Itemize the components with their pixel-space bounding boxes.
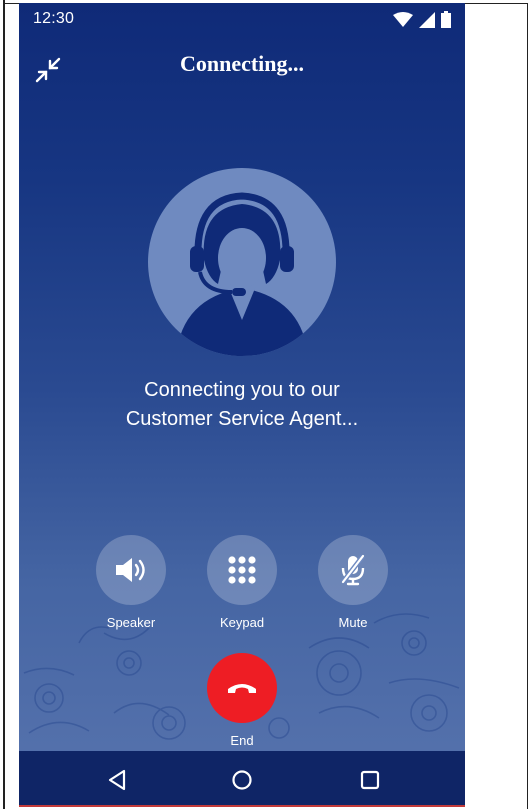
agent-avatar xyxy=(148,168,336,356)
recents-square-icon[interactable] xyxy=(357,767,383,793)
battery-icon xyxy=(441,11,451,33)
headset-agent-icon xyxy=(176,192,308,356)
phone-screen: 12:30 Connecting... Connecting you to ou… xyxy=(19,3,465,806)
keypad-button[interactable] xyxy=(207,535,277,605)
mic-off-icon xyxy=(341,554,365,586)
mute-control: Mute xyxy=(317,535,389,630)
status-bar: 12:30 xyxy=(19,3,465,35)
mute-label: Mute xyxy=(338,615,368,630)
end-call-label: End xyxy=(230,733,254,748)
speaker-label: Speaker xyxy=(106,615,156,630)
hang-up-icon xyxy=(228,684,256,693)
status-icons xyxy=(393,11,451,33)
connecting-message: Connecting you to our Customer Service A… xyxy=(59,376,425,434)
speaker-icon xyxy=(116,558,145,582)
wifi-icon xyxy=(393,11,413,33)
page: 12:30 Connecting... Connecting you to ou… xyxy=(0,0,530,809)
keypad-label: Keypad xyxy=(219,615,265,630)
speaker-button[interactable] xyxy=(96,535,166,605)
frame-border-right xyxy=(527,3,528,809)
speaker-control: Speaker xyxy=(95,535,167,630)
frame-border-left xyxy=(3,0,5,809)
home-circle-icon[interactable] xyxy=(229,767,255,793)
page-title: Connecting... xyxy=(179,51,305,76)
status-time: 12:30 xyxy=(33,10,75,27)
end-call-control: End xyxy=(206,653,278,748)
mute-button[interactable] xyxy=(318,535,388,605)
keypad-icon xyxy=(228,556,256,584)
keypad-control: Keypad xyxy=(206,535,278,630)
cellular-signal-icon xyxy=(419,11,435,33)
connecting-message-line1: Connecting you to our xyxy=(144,379,340,401)
connecting-message-line2: Customer Service Agent... xyxy=(125,408,359,430)
bottom-accent-line xyxy=(19,805,465,807)
end-call-button[interactable] xyxy=(207,653,277,723)
back-triangle-icon[interactable] xyxy=(104,767,130,793)
navigation-bar xyxy=(19,751,465,806)
